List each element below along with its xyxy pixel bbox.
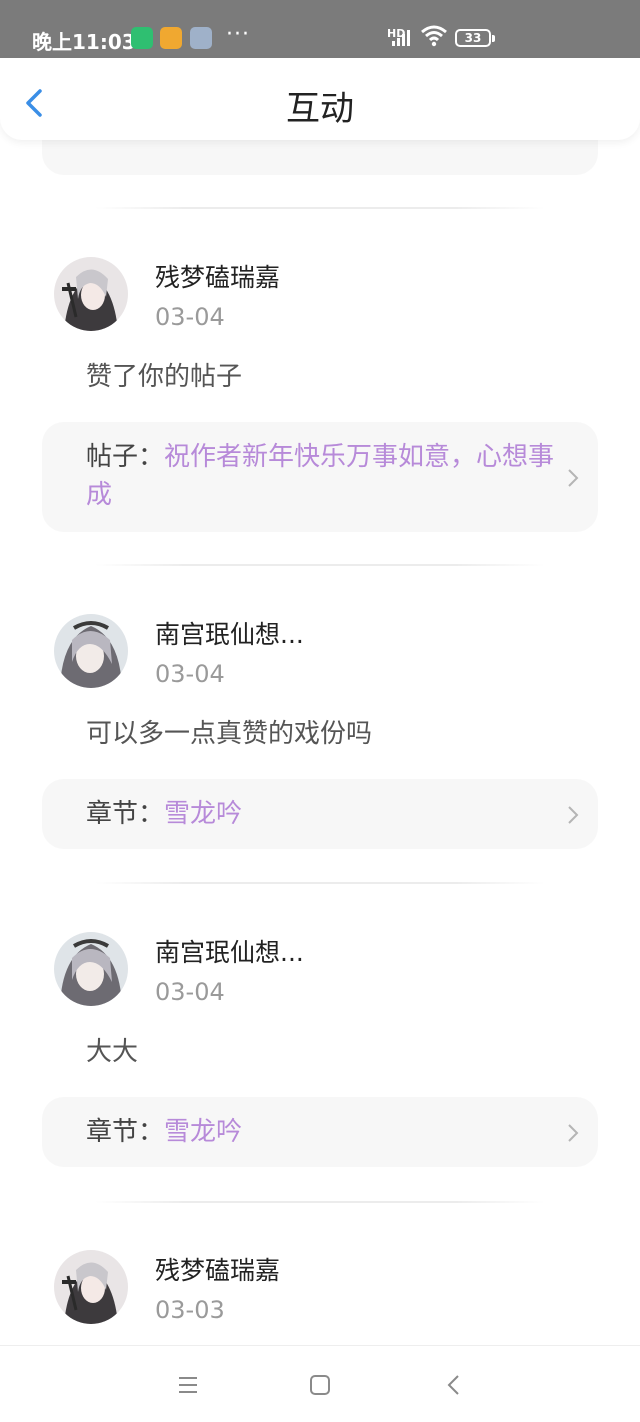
username[interactable]: 残梦磕瑞嘉: [155, 258, 280, 294]
notes-app-icon: [160, 27, 182, 49]
ref-title-link[interactable]: 雪龙吟: [164, 799, 242, 829]
ref-label: 帖子：: [86, 442, 165, 472]
ref-text: 章节：雪龙吟: [86, 795, 558, 833]
ref-title-link[interactable]: 雪龙吟: [164, 1117, 242, 1147]
wifi-icon: [421, 25, 447, 47]
chevron-right-icon: [568, 469, 579, 487]
message-text: 可以多一点真赞的戏份吗: [86, 719, 373, 749]
security-app-icon: [131, 27, 153, 49]
divider: [95, 207, 545, 209]
username[interactable]: 南宫珉仙想...: [155, 615, 304, 651]
chevron-right-icon: [568, 806, 579, 824]
status-bar: 晚上11:03 ··· HD 33: [0, 0, 640, 58]
timestamp: 03-04: [155, 660, 225, 688]
status-time: 晚上11:03: [32, 30, 136, 54]
ref-text: 帖子：祝作者新年快乐万事如意，心想事成: [86, 438, 558, 514]
avatar[interactable]: [54, 614, 128, 688]
home-square-icon[interactable]: [304, 1369, 336, 1401]
timestamp: 03-03: [155, 1296, 225, 1324]
back-icon[interactable]: [438, 1369, 470, 1401]
message-text: 赞了你的帖子: [86, 362, 243, 392]
message-text: 大大: [86, 1037, 139, 1067]
timestamp: 03-04: [155, 978, 225, 1006]
previous-ref-card[interactable]: [42, 140, 598, 175]
chapter-ref-card[interactable]: 章节：雪龙吟: [42, 779, 598, 849]
header-bar: 互动: [0, 58, 640, 140]
battery-icon: 33: [455, 29, 491, 47]
menu-icon[interactable]: [172, 1369, 204, 1401]
avatar[interactable]: [54, 932, 128, 1006]
chevron-right-icon: [568, 1124, 579, 1142]
ref-label: 章节：: [86, 1117, 165, 1147]
interaction-list[interactable]: 残梦磕瑞嘉 03-04 赞了你的帖子 帖子：祝作者新年快乐万事如意，心想事成 南…: [0, 140, 640, 1345]
divider: [95, 882, 545, 884]
post-ref-card[interactable]: 帖子：祝作者新年快乐万事如意，心想事成: [42, 422, 598, 532]
signal-icon: [392, 30, 410, 46]
steering-app-icon: [190, 27, 212, 49]
ref-text: 章节：雪龙吟: [86, 1113, 558, 1151]
username[interactable]: 南宫珉仙想...: [155, 933, 304, 969]
timestamp: 03-04: [155, 303, 225, 331]
divider: [95, 1201, 545, 1203]
avatar[interactable]: [54, 1250, 128, 1324]
avatar[interactable]: [54, 257, 128, 331]
divider: [95, 564, 545, 566]
battery-tip: [492, 35, 495, 42]
more-notifications-icon: ···: [226, 22, 250, 47]
page-title: 互动: [286, 89, 354, 129]
ref-label: 章节：: [86, 799, 165, 829]
chapter-ref-card[interactable]: 章节：雪龙吟: [42, 1097, 598, 1167]
username[interactable]: 残梦磕瑞嘉: [155, 1251, 280, 1287]
system-nav-bar: [0, 1345, 640, 1422]
